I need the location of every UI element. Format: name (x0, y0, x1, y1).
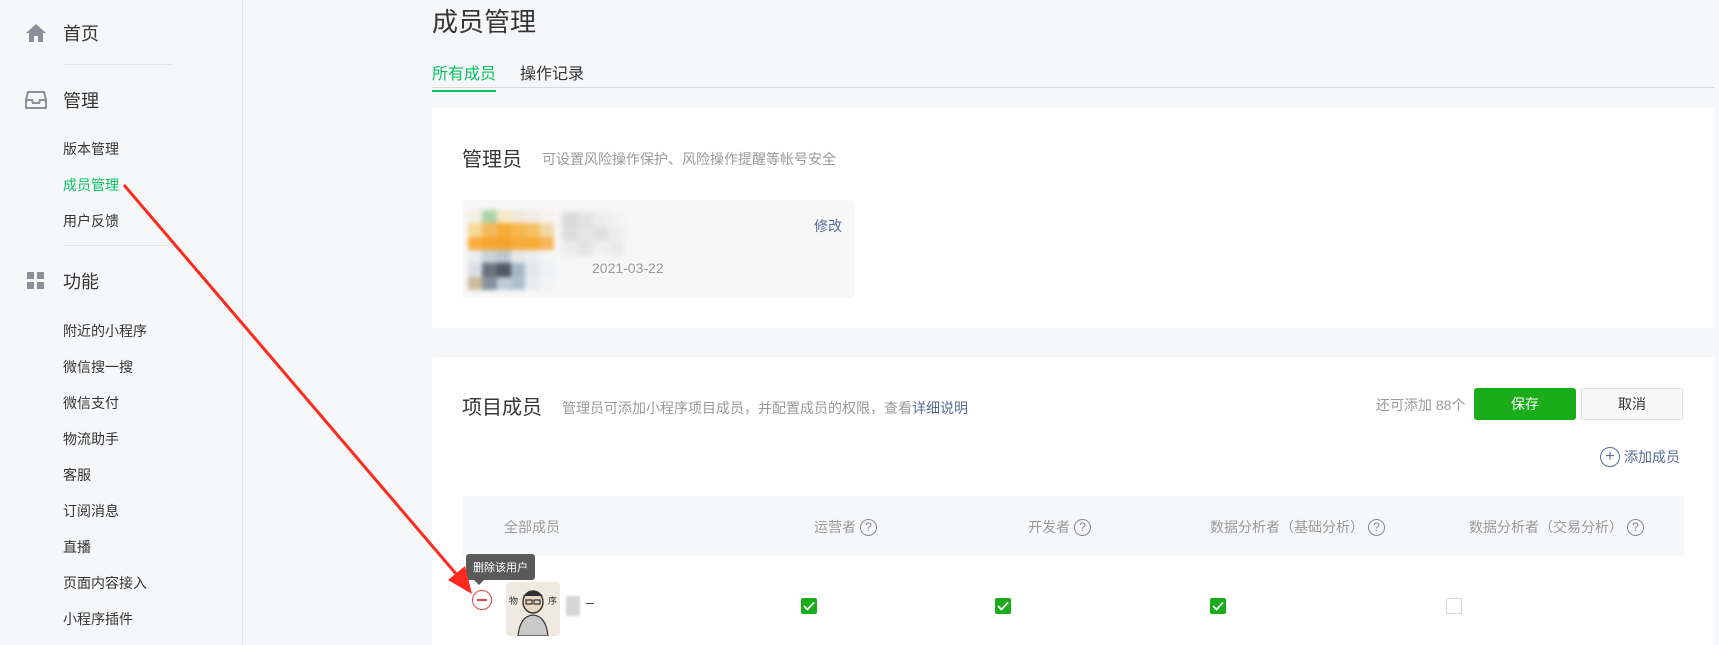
sidebar-item-search[interactable]: 微信搜一搜 (63, 357, 133, 377)
col-label: 运营者 (814, 519, 856, 535)
admin-edit-link[interactable]: 修改 (814, 216, 842, 236)
svg-text:序: 序 (548, 595, 557, 607)
plus-circle-icon: + (1600, 447, 1620, 467)
col-all-members: 全部成员 (504, 517, 560, 537)
col-label: 数据分析者（交易分析） (1469, 519, 1623, 535)
tab-bar: 所有成员 操作记录 (432, 56, 1714, 92)
nav-features[interactable]: 功能 (25, 268, 99, 294)
sidebar-item-service[interactable]: 客服 (63, 465, 91, 485)
sidebar-item-feedback[interactable]: 用户反馈 (63, 211, 119, 231)
members-card: 项目成员 管理员可添加小程序项目成员，并配置成员的权限，查看详细说明 还可添加 … (432, 357, 1714, 645)
checkbox-operator[interactable] (801, 598, 817, 614)
admin-title: 管理员 (462, 149, 522, 171)
members-desc-text: 管理员可添加小程序项目成员，并配置成员的权限，查看 (562, 400, 912, 416)
sidebar-item-logistics[interactable]: 物流助手 (63, 429, 119, 449)
svg-text:物: 物 (509, 595, 518, 607)
nav-home-label: 首页 (63, 24, 99, 44)
sidebar-item-pay[interactable]: 微信支付 (63, 393, 119, 413)
col-label: 开发者 (1028, 519, 1070, 535)
check-icon (997, 601, 1009, 611)
tab-active-indicator (432, 90, 496, 92)
sidebar-item-nearby[interactable]: 附近的小程序 (63, 321, 147, 341)
check-icon (803, 601, 815, 611)
checkbox-analyst-trade[interactable] (1446, 598, 1462, 614)
nav-features-label: 功能 (63, 272, 99, 292)
table-row: 删除该用户 物 序 – (462, 554, 1684, 645)
admin-avatar (468, 210, 554, 290)
remove-tooltip: 删除该用户 (466, 554, 535, 585)
nav-manage-label: 管理 (63, 91, 99, 111)
sidebar-item-members[interactable]: 成员管理 (63, 175, 119, 195)
col-developer: 开发者 ? (1028, 517, 1091, 537)
col-label: 全部成员 (504, 519, 560, 535)
add-member-label: 添加成员 (1624, 449, 1680, 465)
sidebar-item-live[interactable]: 直播 (63, 537, 91, 557)
admin-name (562, 212, 624, 256)
divider (63, 64, 173, 65)
inbox-icon (25, 89, 47, 111)
remaining-count: 还可添加 88个 (1376, 397, 1466, 413)
page-title: 成员管理 (432, 7, 537, 37)
remove-member-icon[interactable] (472, 590, 492, 610)
col-operator: 运营者 ? (814, 517, 877, 537)
home-icon (25, 22, 47, 44)
sidebar-item-content[interactable]: 页面内容接入 (63, 573, 147, 593)
table-header: 全部成员 运营者 ? 开发者 ? 数据分析者（基础分析） ? 数据分析者（交易分… (462, 496, 1684, 556)
members-title: 项目成员 (462, 397, 542, 419)
divider (63, 245, 173, 246)
members-desc: 管理员可添加小程序项目成员，并配置成员的权限，查看详细说明 (562, 398, 968, 418)
col-label: 数据分析者（基础分析） (1210, 519, 1364, 535)
admin-desc: 可设置风险操作保护、风险操作提醒等帐号安全 (542, 151, 836, 167)
tab-all-members-label: 所有成员 (432, 66, 497, 83)
member-avatar: 物 序 (506, 582, 560, 636)
sidebar-item-plugin[interactable]: 小程序插件 (63, 609, 133, 629)
help-icon[interactable]: ? (860, 518, 877, 536)
col-analyst-basic: 数据分析者（基础分析） ? (1210, 517, 1385, 537)
nav-home[interactable]: 首页 (25, 20, 99, 46)
check-icon (1212, 601, 1224, 611)
save-button[interactable]: 保存 (1474, 388, 1576, 420)
sidebar-item-subscribe[interactable]: 订阅消息 (63, 501, 119, 521)
member-name-suffix: – (586, 594, 594, 610)
admin-card: 管理员 可设置风险操作保护、风险操作提醒等帐号安全 2021-03-22 修改 (432, 108, 1714, 328)
grid-icon (25, 270, 47, 292)
checkbox-analyst-basic[interactable] (1210, 598, 1226, 614)
add-member-button[interactable]: + 添加成员 (1600, 447, 1680, 467)
help-icon[interactable]: ? (1368, 518, 1385, 536)
details-link[interactable]: 详细说明 (912, 400, 968, 416)
admin-info: 2021-03-22 修改 (462, 200, 854, 298)
tab-operation-log[interactable]: 操作记录 (520, 60, 584, 84)
sidebar: 首页 管理 版本管理 成员管理 用户反馈 功能 附近的小程序 微信搜一搜 微信支… (0, 0, 243, 645)
tab-all-members[interactable]: 所有成员 (432, 60, 497, 92)
help-icon[interactable]: ? (1627, 518, 1644, 536)
nav-manage[interactable]: 管理 (25, 87, 99, 113)
sidebar-item-version[interactable]: 版本管理 (63, 139, 119, 159)
member-name (566, 596, 580, 616)
cancel-button[interactable]: 取消 (1581, 388, 1683, 420)
col-analyst-trade: 数据分析者（交易分析） ? (1469, 517, 1644, 537)
checkbox-developer[interactable] (995, 598, 1011, 614)
help-icon[interactable]: ? (1074, 518, 1091, 536)
admin-date: 2021-03-22 (592, 260, 664, 276)
